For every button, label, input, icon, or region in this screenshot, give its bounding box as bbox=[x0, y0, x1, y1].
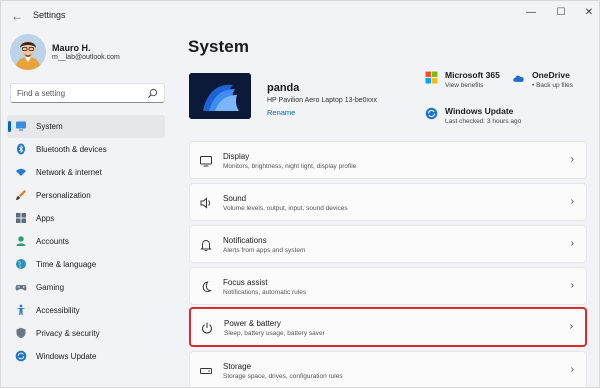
back-button[interactable]: ← bbox=[9, 8, 25, 24]
display-card[interactable]: Display Monitors, brightness, night ligh… bbox=[189, 141, 587, 179]
brush-icon bbox=[16, 190, 26, 200]
chevron-right-icon: › bbox=[570, 238, 574, 249]
card-subtitle: Storage space, drives, configuration rul… bbox=[223, 373, 343, 380]
sidebar-item-network[interactable]: Network & internet bbox=[7, 161, 165, 184]
focus-assist-card[interactable]: Focus assist Notifications, automatic ru… bbox=[189, 267, 587, 305]
page-title: System bbox=[188, 37, 250, 56]
card-title: Sound bbox=[223, 194, 247, 203]
sidebar-item-label: Accessibility bbox=[36, 306, 80, 315]
sidebar-item-accessibility[interactable]: Accessibility bbox=[7, 299, 165, 322]
wifi-icon bbox=[16, 168, 26, 176]
windows-update-tile[interactable]: Windows Update Last checked: 3 hours ago bbox=[425, 106, 545, 130]
device-model: HP Pavilion Aero Laptop 13-be0xxx bbox=[267, 97, 377, 104]
card-title: Notifications bbox=[223, 236, 267, 245]
sidebar-item-accounts[interactable]: Accounts bbox=[7, 230, 165, 253]
chevron-right-icon: › bbox=[569, 321, 573, 332]
tile-subtitle: • Back up files bbox=[532, 82, 573, 89]
sidebar-item-label: Bluetooth & devices bbox=[36, 145, 107, 154]
card-subtitle: Monitors, brightness, night light, displ… bbox=[223, 163, 357, 170]
sidebar-item-label: Accounts bbox=[36, 237, 69, 246]
user-name: Mauro H. bbox=[52, 43, 91, 53]
power-battery-card[interactable]: Power & battery Sleep, battery usage, ba… bbox=[189, 307, 587, 347]
update-icon bbox=[425, 107, 438, 120]
moon-icon bbox=[202, 281, 212, 293]
window-title: Settings bbox=[33, 10, 66, 20]
sidebar-item-time-language[interactable]: Time & language bbox=[7, 253, 165, 276]
title-bar: ← Settings — ☐ ✕ bbox=[1, 1, 599, 31]
card-title: Power & battery bbox=[224, 319, 281, 328]
sidebar-item-personalization[interactable]: Personalization bbox=[7, 184, 165, 207]
sidebar-item-privacy[interactable]: Privacy & security bbox=[7, 322, 165, 345]
maximize-button[interactable]: ☐ bbox=[546, 4, 576, 24]
sidebar-item-label: Windows Update bbox=[36, 352, 97, 361]
rename-link[interactable]: Rename bbox=[267, 108, 295, 117]
user-email: m__lab@outlook.com bbox=[52, 54, 120, 61]
shield-icon bbox=[16, 327, 26, 339]
sidebar-item-gaming[interactable]: Gaming bbox=[7, 276, 165, 299]
card-title: Display bbox=[223, 152, 250, 161]
storage-card[interactable]: Storage Storage space, drives, configura… bbox=[189, 351, 587, 387]
sidebar-item-label: Time & language bbox=[36, 260, 97, 269]
storage-icon bbox=[200, 368, 212, 374]
update-icon bbox=[15, 350, 27, 362]
chevron-right-icon: › bbox=[570, 280, 574, 291]
device-name: panda bbox=[267, 82, 300, 94]
device-wallpaper-thumbnail bbox=[189, 73, 251, 119]
sidebar-item-label: Gaming bbox=[36, 283, 65, 292]
search-box[interactable] bbox=[10, 83, 165, 103]
tile-subtitle: View benefits bbox=[445, 82, 484, 89]
sidebar-item-apps[interactable]: Apps bbox=[7, 207, 165, 230]
active-indicator bbox=[8, 121, 11, 132]
accessibility-icon bbox=[16, 304, 26, 315]
microsoft-logo-icon bbox=[425, 71, 438, 84]
card-subtitle: Notifications, automatic rules bbox=[223, 289, 307, 296]
sidebar-item-label: Privacy & security bbox=[36, 329, 100, 338]
cloud-icon bbox=[513, 75, 524, 82]
sidebar-item-windows-update[interactable]: Windows Update bbox=[7, 345, 165, 368]
person-icon bbox=[16, 236, 26, 246]
sidebar-item-label: Personalization bbox=[36, 191, 91, 200]
controller-icon bbox=[15, 285, 27, 291]
sidebar-item-label: Network & internet bbox=[36, 168, 102, 177]
sound-card[interactable]: Sound Volume levels, output, input, soun… bbox=[189, 183, 587, 221]
card-title: Storage bbox=[223, 362, 252, 371]
search-icon[interactable] bbox=[147, 88, 158, 99]
sidebar-item-system[interactable]: System bbox=[7, 115, 165, 138]
chevron-right-icon: › bbox=[570, 154, 574, 165]
globe-icon bbox=[16, 259, 26, 269]
tile-title: OneDrive bbox=[532, 70, 570, 80]
chevron-right-icon: › bbox=[570, 364, 574, 375]
monitor-icon bbox=[16, 121, 26, 131]
notifications-card[interactable]: Notifications Alerts from apps and syste… bbox=[189, 225, 587, 263]
card-subtitle: Volume levels, output, input, sound devi… bbox=[223, 205, 348, 212]
sidebar-item-label: System bbox=[36, 122, 63, 131]
sidebar-item-bluetooth[interactable]: Bluetooth & devices bbox=[7, 138, 165, 161]
display-icon bbox=[200, 156, 212, 167]
bluetooth-icon bbox=[17, 143, 25, 155]
sidebar-nav: System Bluetooth & devices Network & int… bbox=[7, 115, 165, 368]
sidebar-item-label: Apps bbox=[36, 214, 55, 223]
onedrive-tile[interactable]: OneDrive • Back up files bbox=[512, 70, 592, 94]
chevron-right-icon: › bbox=[570, 196, 574, 207]
tile-title: Windows Update bbox=[445, 106, 514, 116]
settings-window: ← Settings — ☐ ✕ Mauro H. m__lab@outlook… bbox=[0, 0, 600, 388]
microsoft-365-tile[interactable]: Microsoft 365 View benefits bbox=[425, 70, 515, 94]
close-button[interactable]: ✕ bbox=[574, 4, 599, 24]
tile-subtitle: Last checked: 3 hours ago bbox=[445, 118, 522, 125]
tile-title: Microsoft 365 bbox=[445, 70, 500, 80]
bell-icon bbox=[200, 239, 212, 252]
card-subtitle: Alerts from apps and system bbox=[223, 247, 306, 254]
search-input[interactable] bbox=[17, 87, 147, 100]
avatar[interactable] bbox=[10, 34, 46, 70]
card-title: Focus assist bbox=[223, 278, 268, 287]
minimize-button[interactable]: — bbox=[516, 4, 546, 24]
speaker-icon bbox=[200, 197, 211, 209]
card-subtitle: Sleep, battery usage, battery saver bbox=[224, 330, 325, 337]
power-icon bbox=[202, 322, 212, 334]
apps-icon bbox=[16, 213, 26, 223]
